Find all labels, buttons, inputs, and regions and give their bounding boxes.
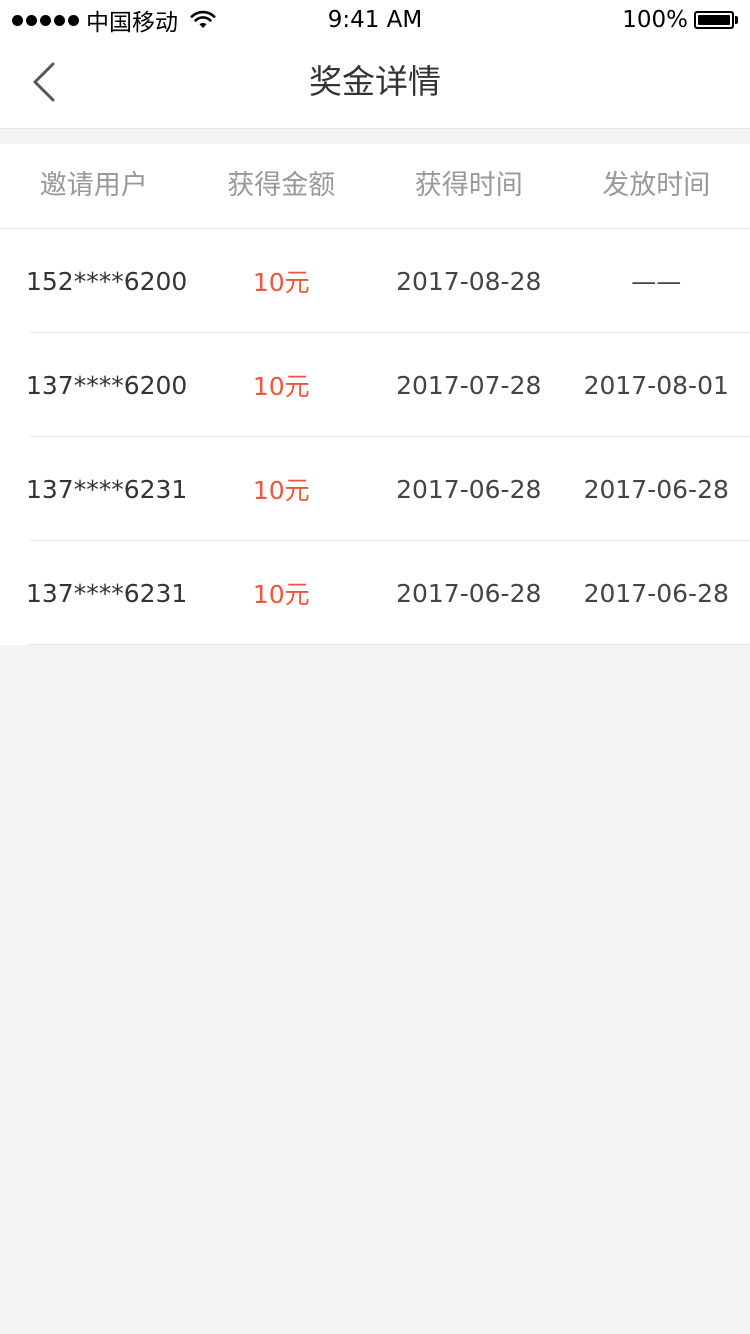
cell-paid-time: 2017-06-28	[583, 474, 729, 504]
cell-paid-time: ——	[631, 266, 682, 296]
column-header-earned-time: 获得时间	[414, 170, 523, 201]
cell-earned-time: 2017-06-28	[396, 578, 542, 608]
table-row: 152****6200 10元 2017-08-28 ——	[0, 229, 750, 333]
cell-invited-user: 152****6200	[26, 266, 188, 296]
cell-earned-time: 2017-07-28	[396, 370, 542, 400]
cell-invited-user: 137****6231	[26, 578, 188, 608]
status-right: 100%	[622, 6, 738, 34]
table-row: 137****6200 10元 2017-07-28 2017-08-01	[0, 333, 750, 437]
page-title: 奖金详情	[309, 62, 441, 101]
cell-earned-time: 2017-08-28	[396, 266, 542, 296]
cell-invited-user: 137****6200	[26, 370, 188, 400]
cell-invited-user: 137****6231	[26, 474, 188, 504]
table-row: 137****6231 10元 2017-06-28 2017-06-28	[0, 437, 750, 541]
cell-paid-time: 2017-08-01	[583, 370, 729, 400]
table-header: 邀请用户 获得金额 获得时间 发放时间	[0, 144, 750, 229]
reward-table: 邀请用户 获得金额 获得时间 发放时间 152****6200 10元 2017…	[0, 144, 750, 645]
cell-amount: 10元	[252, 268, 310, 297]
cell-paid-time: 2017-06-28	[583, 578, 729, 608]
cell-earned-time: 2017-06-28	[396, 474, 542, 504]
column-header-amount: 获得金额	[227, 170, 336, 201]
nav-bar: 奖金详情	[0, 40, 750, 129]
cell-amount: 10元	[252, 580, 310, 609]
table-row: 137****6231 10元 2017-06-28 2017-06-28	[0, 541, 750, 645]
cell-amount: 10元	[252, 372, 310, 401]
battery-percent: 100%	[622, 7, 688, 33]
column-header-invited-user: 邀请用户	[39, 170, 148, 201]
cell-amount: 10元	[252, 476, 310, 505]
column-header-paid-time: 发放时间	[602, 170, 711, 201]
status-bar: 中国移动 9:41 AM 100%	[0, 0, 750, 40]
battery-icon	[694, 11, 738, 29]
